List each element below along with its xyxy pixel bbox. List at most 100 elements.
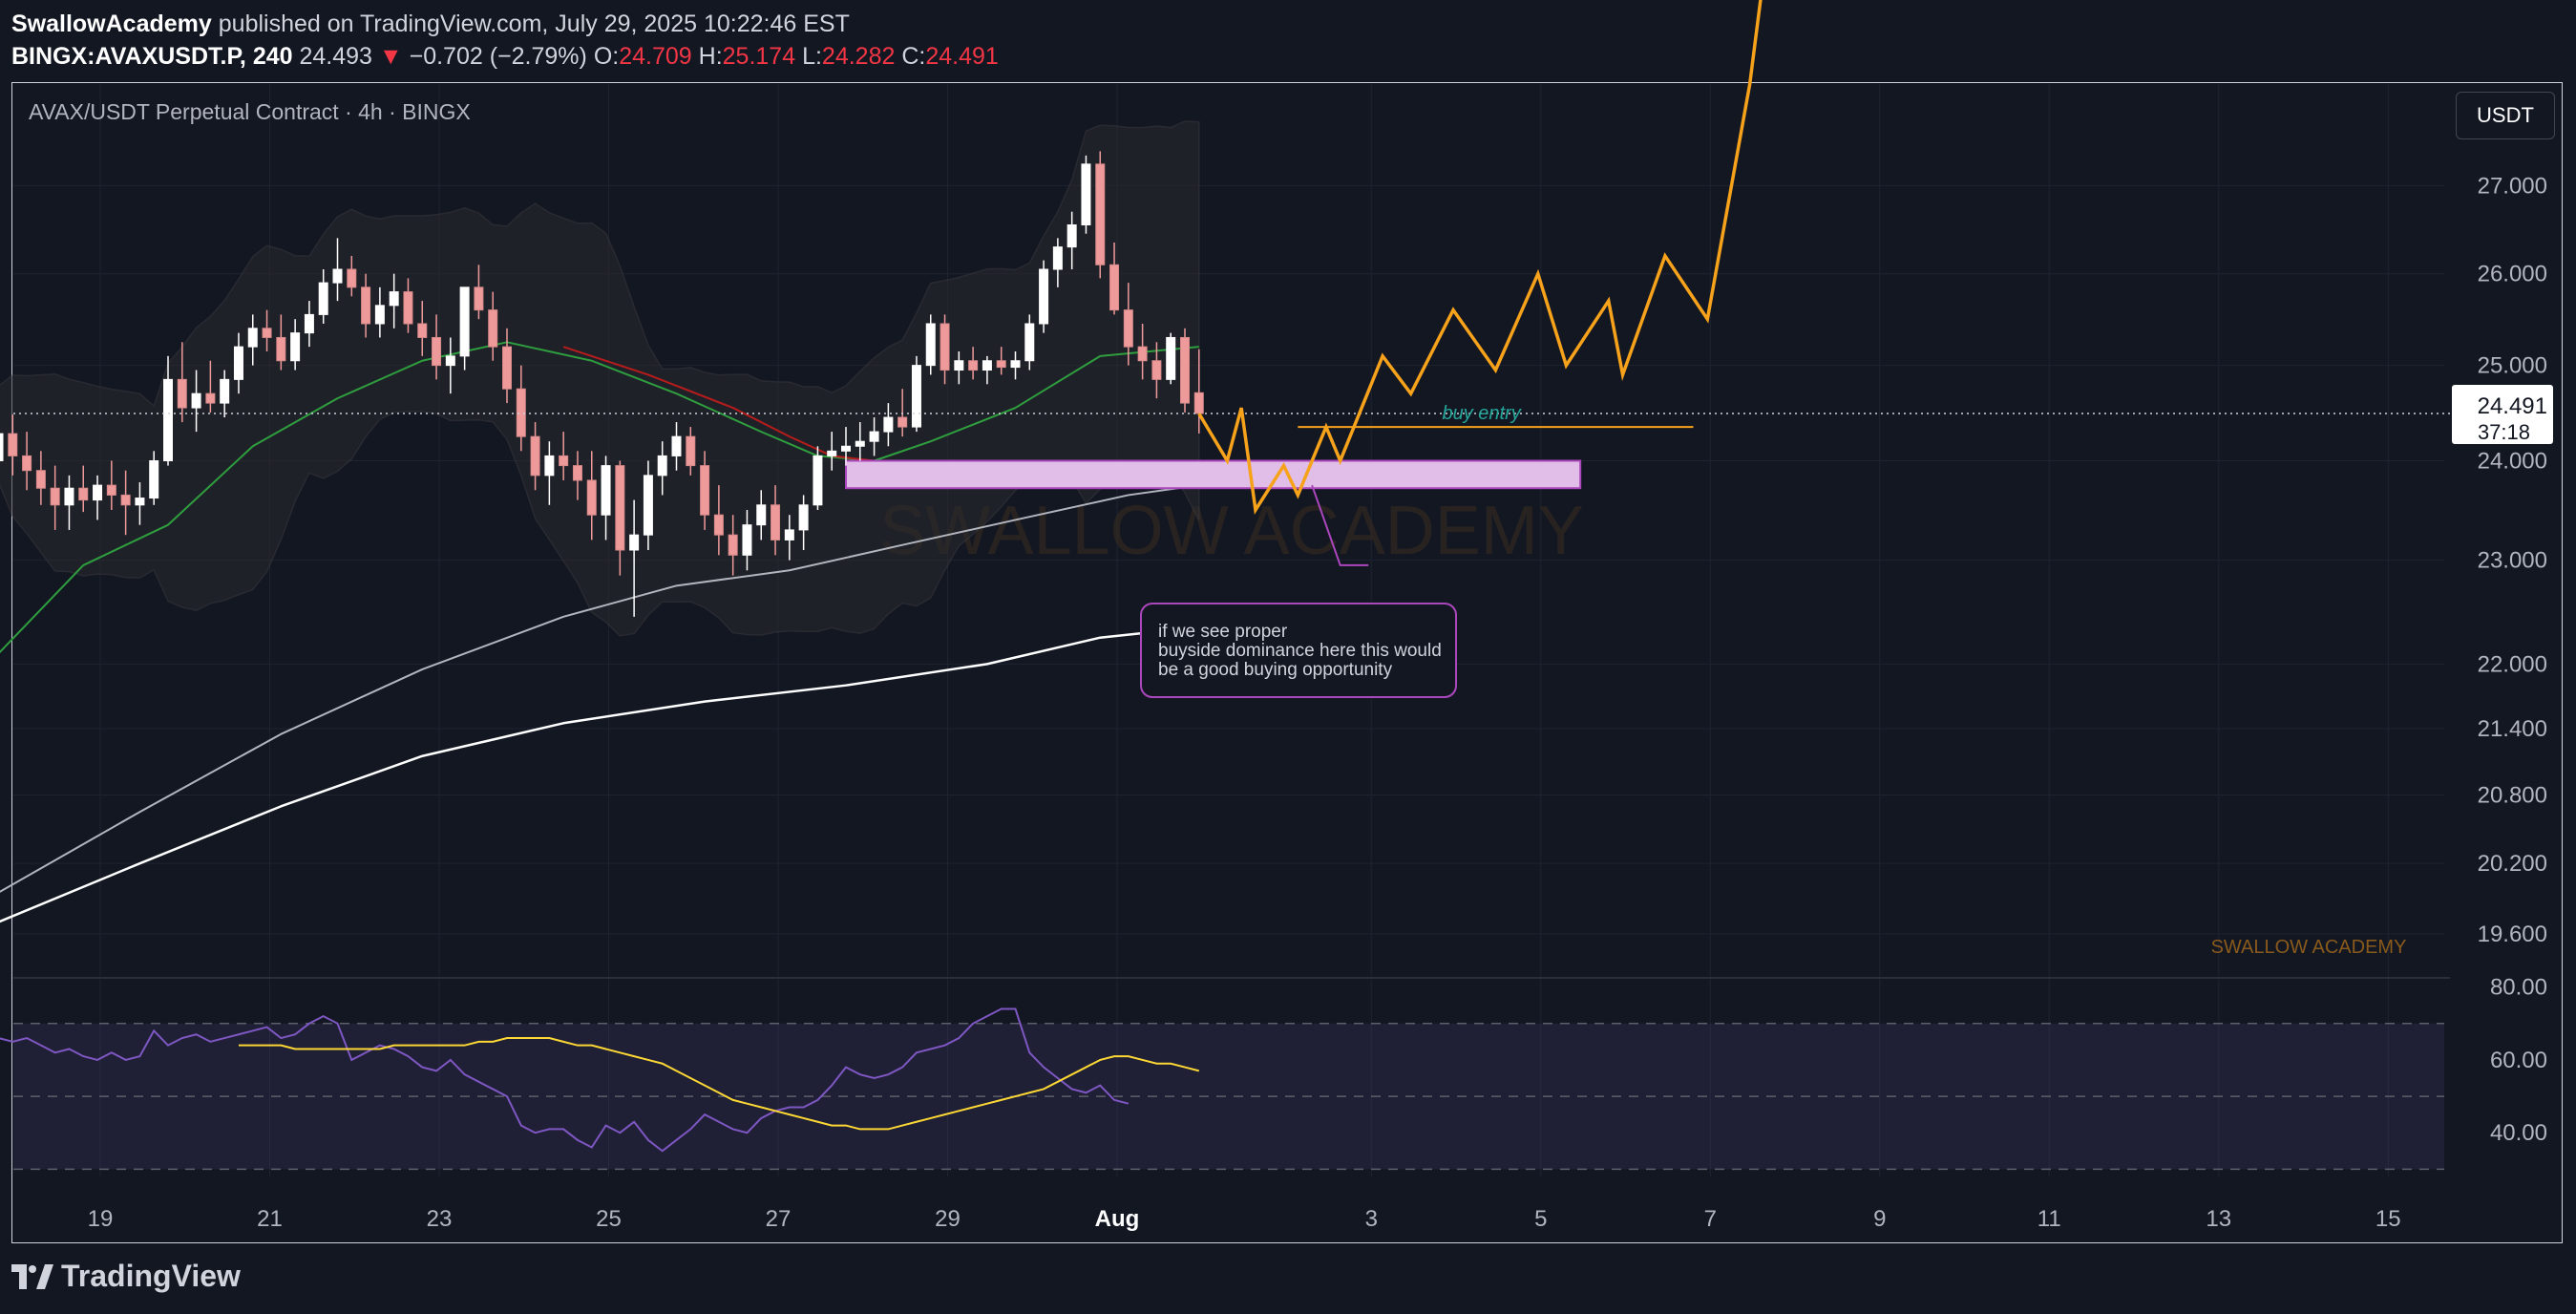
note-text-line: buyside dominance here this would — [1158, 641, 1442, 661]
candle-body — [389, 291, 399, 307]
candle-body — [304, 313, 314, 334]
candle-body — [869, 431, 879, 442]
candle-body — [784, 529, 794, 540]
x-axis-tick-label: 15 — [2375, 1206, 2401, 1232]
candle-body — [897, 416, 908, 428]
x-axis-tick-label: 7 — [1704, 1206, 1717, 1232]
candle-body — [163, 378, 173, 462]
candle-body — [22, 455, 32, 472]
candle-body — [911, 365, 921, 428]
candle-body — [177, 378, 187, 409]
candle-body — [1123, 309, 1133, 348]
candle-body — [220, 378, 230, 404]
candle-body — [8, 433, 18, 456]
x-axis-tick-label: 13 — [2206, 1206, 2231, 1232]
candle-body — [841, 445, 851, 452]
candle-body — [601, 465, 611, 516]
candle-body — [106, 484, 116, 496]
candle-body — [432, 336, 442, 367]
candle-body — [135, 498, 145, 506]
y-axis-tick-label: 23.000 — [2478, 548, 2547, 574]
candle-body — [671, 435, 682, 456]
candle-body — [643, 475, 653, 536]
y-axis-tick-label: 21.400 — [2478, 716, 2547, 742]
candle-body — [403, 291, 413, 325]
y-axis-tick-label: 26.000 — [2478, 262, 2547, 287]
candle-body — [728, 534, 738, 556]
brand-name: TradingView — [61, 1259, 241, 1293]
currency-button[interactable]: USDT — [2456, 92, 2555, 139]
candle-body — [925, 323, 936, 367]
candle-body — [233, 346, 243, 380]
candle-body — [361, 286, 371, 325]
candle-body — [544, 455, 555, 477]
candle-body — [332, 268, 343, 284]
note-text-line: if we see proper — [1158, 622, 1288, 642]
candle-body — [474, 286, 484, 311]
x-axis-tick-label: 25 — [596, 1206, 622, 1232]
y-axis-tick-label: 19.600 — [2478, 922, 2547, 947]
candle-body — [347, 268, 357, 288]
candle-body — [813, 455, 823, 506]
candle-body — [247, 328, 258, 348]
candle-body — [516, 388, 526, 437]
candle-body — [488, 309, 498, 348]
candle-body — [50, 487, 60, 506]
candle-body — [64, 487, 74, 506]
candle-body — [657, 455, 667, 477]
x-axis-tick-label: 27 — [766, 1206, 792, 1232]
candle-body — [756, 504, 767, 526]
y-axis-tick-label: 22.000 — [2478, 651, 2547, 677]
x-axis-tick-label: 19 — [88, 1206, 114, 1232]
candle-body — [374, 305, 385, 325]
candle-body — [615, 465, 625, 551]
candle-body — [629, 534, 640, 551]
candle-body — [1095, 163, 1106, 265]
candle-body — [149, 460, 159, 499]
candle-body — [290, 332, 301, 362]
candle-body — [1166, 336, 1176, 380]
tradingview-logo-icon — [11, 1263, 53, 1289]
buy-entry-label: buy entry — [1442, 403, 1521, 424]
candle-body — [572, 465, 582, 481]
x-axis-tick-label: 29 — [935, 1206, 961, 1232]
candle-body — [205, 392, 216, 404]
pane-title: AVAX/USDT Perpetual Contract · 4h · BING… — [29, 99, 471, 124]
ema-200-line — [0, 625, 1199, 923]
tradingview-logo[interactable]: TradingView — [11, 1259, 241, 1294]
candle-body — [771, 504, 781, 540]
candle-body — [713, 514, 724, 536]
y-axis-tick-label: 20.800 — [2478, 783, 2547, 809]
candle-body — [686, 435, 696, 467]
candle-body — [996, 360, 1006, 369]
candle-body — [700, 465, 710, 516]
buy-zone-rect — [845, 459, 1582, 490]
candle-body — [459, 286, 470, 357]
x-axis-tick-label: 21 — [257, 1206, 283, 1232]
candle-body — [940, 323, 950, 371]
candle-body — [502, 346, 512, 390]
candle-body — [78, 487, 89, 501]
candle-body — [93, 484, 103, 501]
candle-body — [1010, 360, 1021, 369]
candle-body — [855, 440, 865, 447]
watermark-small-text: SWALLOW ACADEMY — [2211, 937, 2407, 958]
price-chart[interactable]: SWALLOW ACADEMYSWALLOW ACADEMYbuy entryi… — [0, 0, 2576, 1314]
candle-body — [1180, 336, 1190, 404]
candle-body — [586, 479, 597, 516]
candle-body — [827, 450, 837, 456]
candle-body — [120, 494, 131, 506]
last-price-badge-value: 24.491 — [2478, 393, 2547, 419]
candle-body — [276, 336, 286, 362]
candle-body — [1193, 392, 1204, 414]
candle-body — [968, 360, 979, 371]
candle-body — [1137, 346, 1148, 362]
candle-body — [530, 435, 540, 477]
x-axis-tick-label: 9 — [1873, 1206, 1886, 1232]
candle-body — [1151, 360, 1162, 380]
candle-body — [191, 392, 201, 409]
y-axis-tick-label: 27.000 — [2478, 173, 2547, 199]
candle-body — [559, 455, 569, 467]
x-axis-tick-label: 5 — [1534, 1206, 1547, 1232]
candle-body — [445, 355, 455, 367]
